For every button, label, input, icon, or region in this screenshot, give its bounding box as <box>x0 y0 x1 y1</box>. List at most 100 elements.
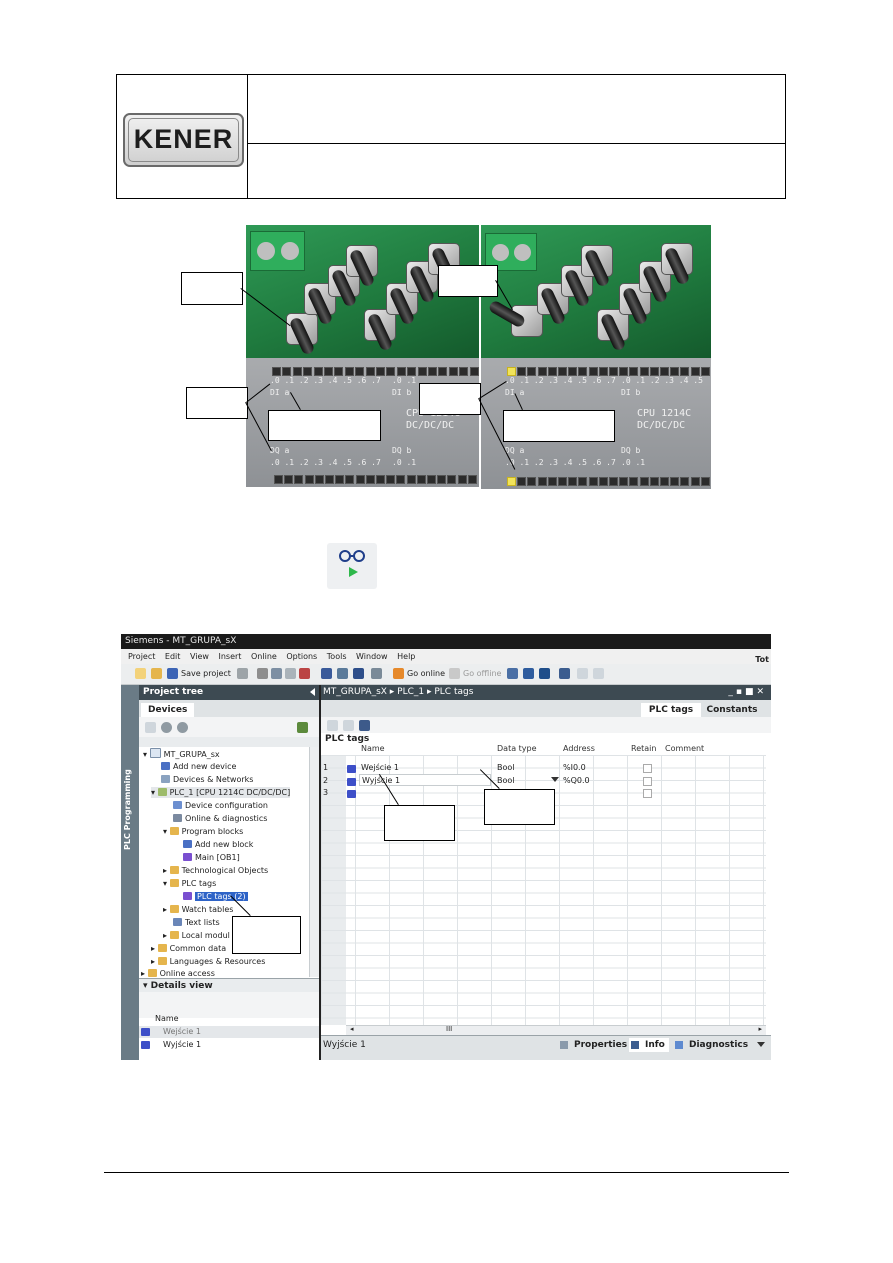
retain-checkbox[interactable] <box>643 764 652 773</box>
cross-reference-icon[interactable] <box>559 668 570 679</box>
tree-item-main-ob1[interactable]: Main [OB1] <box>183 852 240 863</box>
tree-item-text-lists[interactable]: Text lists <box>173 917 220 928</box>
status-led <box>437 475 447 484</box>
tree-item-plc[interactable]: ▾ PLC_1 [CPU 1214C DC/DC/DC] <box>151 787 291 798</box>
upload-icon[interactable] <box>353 668 364 679</box>
scroll-thumb-grip[interactable]: III <box>446 1025 452 1033</box>
status-led <box>649 367 659 376</box>
horizontal-scrollbar[interactable]: ◂ III ▸ <box>346 1025 766 1035</box>
tree-item-plc-tags-folder[interactable]: ▾ PLC tags <box>163 878 216 889</box>
status-led <box>629 477 639 486</box>
inspector-collapse-icon[interactable] <box>757 1042 765 1047</box>
paste-icon[interactable] <box>285 668 296 679</box>
forward-icon[interactable] <box>177 722 188 733</box>
tree-item-device-config[interactable]: Device configuration <box>173 800 268 811</box>
status-led <box>568 367 578 376</box>
tree-item-program-blocks[interactable]: ▾ Program blocks <box>163 826 243 837</box>
tab-diagnostics[interactable]: Diagnostics <box>673 1038 748 1052</box>
download-icon[interactable] <box>337 668 348 679</box>
copy-icon[interactable] <box>271 668 282 679</box>
tab-info[interactable]: Info <box>629 1038 669 1052</box>
dq-b-digits: .0 .1 <box>621 458 646 467</box>
details-view-header[interactable]: ▾ Details view <box>139 978 319 992</box>
menu-insert[interactable]: Insert <box>219 649 242 664</box>
add-row-icon[interactable] <box>327 720 338 731</box>
menu-online[interactable]: Online <box>251 649 277 664</box>
tree-item-plc-tags-table[interactable]: PLC tags (2) <box>183 891 248 902</box>
open-project-icon[interactable] <box>151 668 162 679</box>
status-led <box>427 475 436 484</box>
menu-edit[interactable]: Edit <box>165 649 181 664</box>
folder-icon <box>169 879 179 887</box>
plc-programming-label[interactable]: PLC Programming <box>123 745 137 875</box>
go-offline-button[interactable]: Go offline <box>463 669 501 678</box>
project-tree: Project tree Devices ▾ MT_GRUPA_sx Add n… <box>139 685 321 1060</box>
tag-name-cell[interactable]: Wejście 1 <box>361 762 399 774</box>
tree-item-languages[interactable]: ▸ Languages & Resources <box>151 956 265 967</box>
col-datatype[interactable]: Data type <box>497 743 537 755</box>
tag-icon <box>141 1041 150 1049</box>
tag-type-cell[interactable]: Bool <box>497 775 515 787</box>
save-project-button[interactable]: Save project <box>181 669 231 678</box>
refresh-tree-icon[interactable] <box>297 722 308 733</box>
accessible-devices-icon[interactable] <box>507 668 518 679</box>
col-retain[interactable]: Retain <box>631 743 656 755</box>
insert-row-icon[interactable] <box>343 720 354 731</box>
stop-cpu-icon[interactable] <box>539 668 550 679</box>
split-horizontal-icon[interactable] <box>577 668 588 679</box>
save-icon[interactable] <box>167 668 178 679</box>
menu-window[interactable]: Window <box>356 649 388 664</box>
menu-project[interactable]: Project <box>128 649 155 664</box>
cut-icon[interactable] <box>257 668 268 679</box>
menu-help[interactable]: Help <box>397 649 415 664</box>
tab-properties[interactable]: Properties <box>558 1038 627 1052</box>
tree-scrollbar[interactable] <box>309 747 319 977</box>
tree-item-tech-objects[interactable]: ▸ Technological Objects <box>163 865 268 876</box>
collapse-icon[interactable] <box>310 688 315 696</box>
simulation-icon[interactable] <box>371 668 382 679</box>
retain-checkbox[interactable] <box>643 789 652 798</box>
tree-item-project[interactable]: ▾ MT_GRUPA_sx <box>143 748 220 760</box>
status-led <box>294 475 304 484</box>
details-row[interactable]: Wejście 1 <box>139 1026 319 1038</box>
tab-devices[interactable]: Devices <box>141 703 195 717</box>
window-controls[interactable]: _▪■✕ <box>728 687 767 697</box>
details-row[interactable]: Wyjście 1 <box>139 1039 319 1051</box>
new-project-icon[interactable] <box>135 668 146 679</box>
retain-checkbox[interactable] <box>643 777 652 786</box>
menu-view[interactable]: View <box>190 649 209 664</box>
tree-item-networks[interactable]: Devices & Networks <box>161 774 253 785</box>
tree-item-add-block[interactable]: Add new block <box>183 839 253 850</box>
col-name[interactable]: Name <box>361 743 385 755</box>
new-item-icon[interactable] <box>145 722 156 733</box>
split-vertical-icon[interactable] <box>593 668 604 679</box>
status-led <box>447 475 457 484</box>
tree-item-online-diag[interactable]: Online & diagnostics <box>173 813 267 824</box>
go-online-icon[interactable] <box>393 668 404 679</box>
menu-options[interactable]: Options <box>286 649 317 664</box>
start-cpu-icon[interactable] <box>523 668 534 679</box>
menu-tools[interactable]: Tools <box>327 649 347 664</box>
compile-icon[interactable] <box>321 668 332 679</box>
datatype-dropdown-icon[interactable] <box>551 777 559 782</box>
tree-item-add-device[interactable]: Add new device <box>161 761 236 772</box>
back-icon[interactable] <box>161 722 172 733</box>
monitoring-button[interactable] <box>327 543 377 589</box>
tag-address-cell[interactable]: %I0.0 <box>563 762 586 774</box>
tag-type-cell[interactable]: Bool <box>497 762 515 774</box>
scroll-right-icon[interactable]: ▸ <box>758 1025 762 1033</box>
col-address[interactable]: Address <box>563 743 595 755</box>
scroll-left-icon[interactable]: ◂ <box>350 1025 354 1033</box>
tab-constants[interactable]: Constants <box>701 703 763 717</box>
print-icon[interactable] <box>237 668 248 679</box>
go-online-button[interactable]: Go online <box>407 669 445 678</box>
tree-item-common-data[interactable]: ▸ Common data <box>151 943 226 954</box>
delete-icon[interactable] <box>299 668 310 679</box>
tree-item-watch-tables[interactable]: ▸ Watch tables <box>163 904 233 915</box>
tree-item-local-modules[interactable]: ▸ Local modul <box>163 930 230 941</box>
tab-plc-tags[interactable]: PLC tags <box>641 703 701 717</box>
tag-address-cell[interactable]: %Q0.0 <box>563 775 590 787</box>
status-led <box>568 477 578 486</box>
col-comment[interactable]: Comment <box>665 743 704 755</box>
export-icon[interactable] <box>359 720 370 731</box>
